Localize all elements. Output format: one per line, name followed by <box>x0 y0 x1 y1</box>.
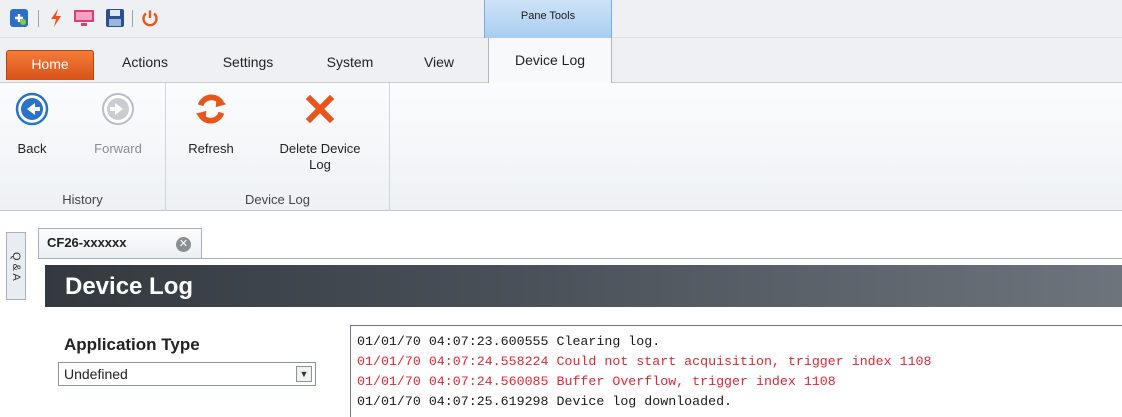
device-log-group-label: Device Log <box>244 192 311 207</box>
ribbon-tab-row: Home Actions Settings System View Device… <box>0 38 1122 83</box>
back-button[interactable]: Back <box>10 91 54 157</box>
power-icon[interactable] <box>140 8 160 28</box>
tab-system[interactable]: System <box>306 48 394 83</box>
lightning-icon[interactable] <box>48 8 64 28</box>
application-type-label: Application Type <box>64 335 200 354</box>
arrow-right-circle-icon <box>100 91 136 127</box>
forward-label: Forward <box>94 141 142 156</box>
quick-access-separator <box>38 10 39 27</box>
application-type-select[interactable]: Undefined ▼ <box>58 362 316 386</box>
tab-view[interactable]: View <box>404 48 474 83</box>
back-label: Back <box>17 141 47 156</box>
log-line: 01/01/70 04:07:25.619298 Device log down… <box>357 394 733 409</box>
document-tab-border <box>38 258 1122 259</box>
refresh-button[interactable]: Refresh <box>178 91 244 157</box>
tab-actions[interactable]: Actions <box>104 48 186 83</box>
monitor-icon[interactable] <box>72 8 96 28</box>
quick-access-separator <box>132 10 133 27</box>
delete-device-log-button[interactable]: Delete Device Log <box>258 91 382 173</box>
pane-tools-contextual-header: Pane Tools <box>484 0 612 38</box>
q-and-a-side-tab[interactable]: Q & A <box>6 232 26 300</box>
delete-label-line1: Delete Device <box>279 141 361 156</box>
log-line-error: 01/01/70 04:07:24.560085 Buffer Overflow… <box>357 374 836 389</box>
ribbon-panel: Back Forward History Refresh Delete Devi… <box>0 83 1122 211</box>
arrow-left-circle-icon <box>14 91 50 127</box>
document-tab[interactable]: CF26-xxxxxx ✕ <box>38 228 202 258</box>
app-logo-icon[interactable] <box>8 8 30 28</box>
device-log-group: Refresh Delete Device Log Device Log <box>166 83 390 211</box>
refresh-label: Refresh <box>188 141 234 156</box>
forward-button[interactable]: Forward <box>80 91 156 157</box>
tab-device-log[interactable]: Device Log <box>488 38 612 83</box>
history-group: Back Forward History <box>0 83 166 211</box>
tab-settings[interactable]: Settings <box>200 48 296 83</box>
application-type-value: Undefined <box>64 366 128 382</box>
delete-x-icon <box>302 91 338 127</box>
log-line: 01/01/70 04:07:23.600555 Clearing log. <box>357 334 661 349</box>
device-log-textbox[interactable]: 01/01/70 04:07:23.600555 Clearing log. 0… <box>350 325 1122 417</box>
page-title-banner: Device Log <box>45 265 1122 307</box>
history-group-label: History <box>62 192 103 207</box>
save-icon[interactable] <box>104 8 126 28</box>
tab-home[interactable]: Home <box>6 50 94 80</box>
workspace: Q & A CF26-xxxxxx ✕ Device Log Applicati… <box>0 212 1122 417</box>
refresh-icon <box>193 91 229 127</box>
page-title: Device Log <box>65 273 194 300</box>
pane-tools-label: Pane Tools <box>520 10 576 22</box>
delete-label-line2: Log <box>309 157 331 172</box>
document-tab-label: CF26-xxxxxx <box>47 235 127 250</box>
chevron-down-icon[interactable]: ▼ <box>296 366 312 382</box>
title-bar: Pane Tools <box>0 0 1122 38</box>
close-icon[interactable]: ✕ <box>176 237 191 252</box>
log-line-error: 01/01/70 04:07:24.558224 Could not start… <box>357 354 932 369</box>
